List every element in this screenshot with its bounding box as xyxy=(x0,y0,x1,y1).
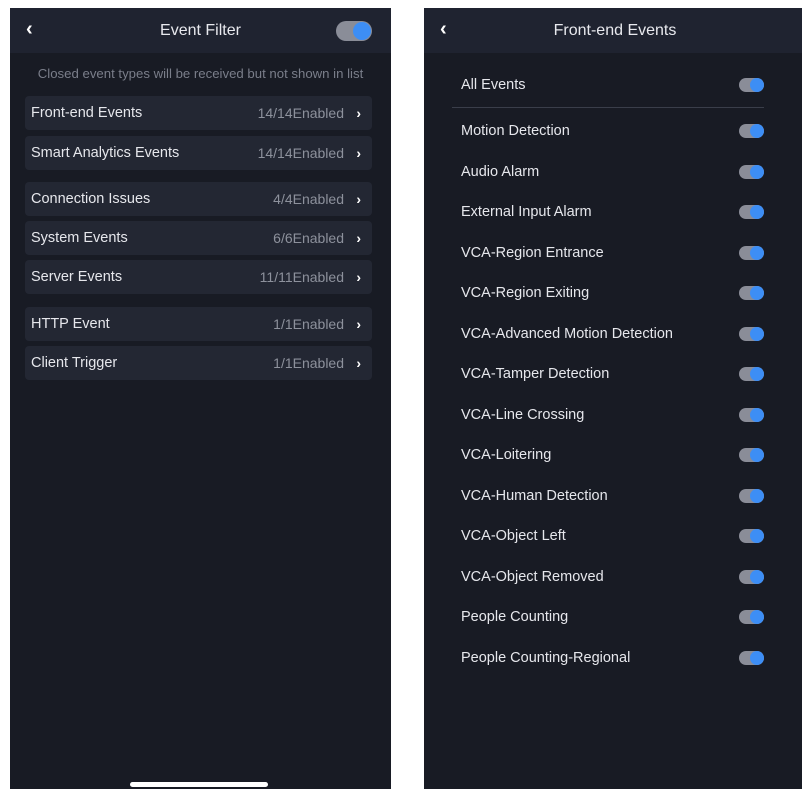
toggle-knob-icon xyxy=(750,124,764,138)
toggle-knob-icon xyxy=(750,165,764,179)
group-count: 14/14Enabled xyxy=(257,145,344,161)
event-label: VCA-Region Entrance xyxy=(461,245,604,261)
group-label: Connection Issues xyxy=(31,191,151,207)
toggle-knob-icon xyxy=(750,570,764,584)
chevron-right-icon: › xyxy=(356,191,361,207)
event-label: VCA-Region Exiting xyxy=(461,285,590,301)
toggle-knob-icon xyxy=(750,78,764,92)
group-row-http-event[interactable]: HTTP Event 1/1Enabled › xyxy=(25,307,372,341)
toggle-knob-icon xyxy=(750,610,764,624)
page-title: Front-end Events xyxy=(553,22,677,39)
hint-text: Closed event types will be received but … xyxy=(37,66,364,81)
event-toggle[interactable] xyxy=(739,286,764,300)
chevron-right-icon: › xyxy=(356,230,361,246)
event-label: VCA-Line Crossing xyxy=(461,407,585,423)
page-title: Event Filter xyxy=(160,22,241,39)
event-filter-screen: ‹ Event Filter Closed event types will b… xyxy=(10,8,391,789)
event-toggle[interactable] xyxy=(739,448,764,462)
toggle-knob-icon xyxy=(750,327,764,341)
event-label: VCA-Human Detection xyxy=(461,488,608,504)
group-label: Front-end Events xyxy=(31,105,143,121)
toggle-knob-icon xyxy=(750,489,764,503)
event-label: People Counting xyxy=(461,609,569,625)
back-chevron-icon[interactable]: ‹ xyxy=(26,18,38,40)
all-events-label: All Events xyxy=(461,77,526,93)
toggle-knob-icon xyxy=(750,408,764,422)
group-row-client-trigger[interactable]: Client Trigger 1/1Enabled › xyxy=(25,346,372,380)
group-count: 14/14Enabled xyxy=(257,105,344,121)
event-label: VCA-Object Left xyxy=(461,528,566,544)
group-row-server-events[interactable]: Server Events 11/11Enabled › xyxy=(25,260,372,294)
event-label: Audio Alarm xyxy=(461,164,540,180)
back-chevron-icon[interactable]: ‹ xyxy=(440,18,452,40)
all-events-toggle[interactable] xyxy=(739,78,764,92)
event-label: VCA-Advanced Motion Detection xyxy=(461,326,673,342)
group-count: 1/1Enabled xyxy=(273,316,344,332)
group-label: Client Trigger xyxy=(31,355,118,371)
toggle-knob-icon xyxy=(353,22,371,40)
group-row-front-end-events[interactable]: Front-end Events 14/14Enabled › xyxy=(25,96,372,130)
group-count: 6/6Enabled xyxy=(273,230,344,246)
event-toggle[interactable] xyxy=(739,327,764,341)
event-label: VCA-Tamper Detection xyxy=(461,366,610,382)
event-label: Motion Detection xyxy=(461,123,570,139)
group-count: 4/4Enabled xyxy=(273,191,344,207)
toggle-knob-icon xyxy=(750,205,764,219)
nav-bar: ‹ Event Filter xyxy=(10,8,391,53)
event-toggle[interactable] xyxy=(739,367,764,381)
chevron-right-icon: › xyxy=(356,105,361,121)
group-row-smart-analytics-events[interactable]: Smart Analytics Events 14/14Enabled › xyxy=(25,136,372,170)
event-toggle[interactable] xyxy=(739,205,764,219)
home-indicator[interactable] xyxy=(130,782,268,787)
event-label: VCA-Loitering xyxy=(461,447,552,463)
event-label: People Counting-Regional xyxy=(461,650,631,666)
group-label: Server Events xyxy=(31,269,123,285)
group-label: System Events xyxy=(31,230,128,246)
group-count: 1/1Enabled xyxy=(273,355,344,371)
group-label: Smart Analytics Events xyxy=(31,145,180,161)
toggle-knob-icon xyxy=(750,367,764,381)
toggle-knob-icon xyxy=(750,246,764,260)
chevron-right-icon: › xyxy=(356,145,361,161)
master-toggle-switch[interactable] xyxy=(336,21,372,41)
chevron-right-icon: › xyxy=(356,316,361,332)
group-count: 11/11Enabled xyxy=(259,269,344,285)
chevron-right-icon: › xyxy=(356,269,361,285)
event-label: External Input Alarm xyxy=(461,204,592,220)
toggle-knob-icon xyxy=(750,651,764,665)
event-toggle[interactable] xyxy=(739,408,764,422)
event-toggle[interactable] xyxy=(739,489,764,503)
event-toggle[interactable] xyxy=(739,246,764,260)
group-row-system-events[interactable]: System Events 6/6Enabled › xyxy=(25,221,372,255)
toggle-knob-icon xyxy=(750,286,764,300)
front-end-events-screen: ‹ Front-end Events All Events Motion Det… xyxy=(424,8,802,789)
event-toggle[interactable] xyxy=(739,570,764,584)
event-toggle[interactable] xyxy=(739,610,764,624)
chevron-right-icon: › xyxy=(356,355,361,371)
event-toggle[interactable] xyxy=(739,165,764,179)
group-row-connection-issues[interactable]: Connection Issues 4/4Enabled › xyxy=(25,182,372,216)
event-label: VCA-Object Removed xyxy=(461,569,604,585)
toggle-knob-icon xyxy=(750,529,764,543)
toggle-knob-icon xyxy=(750,448,764,462)
event-toggle[interactable] xyxy=(739,651,764,665)
group-label: HTTP Event xyxy=(31,316,110,332)
all-events-row: All Events xyxy=(452,63,764,108)
nav-bar: ‹ Front-end Events xyxy=(424,8,802,53)
event-toggle[interactable] xyxy=(739,529,764,543)
event-toggle[interactable] xyxy=(739,124,764,138)
